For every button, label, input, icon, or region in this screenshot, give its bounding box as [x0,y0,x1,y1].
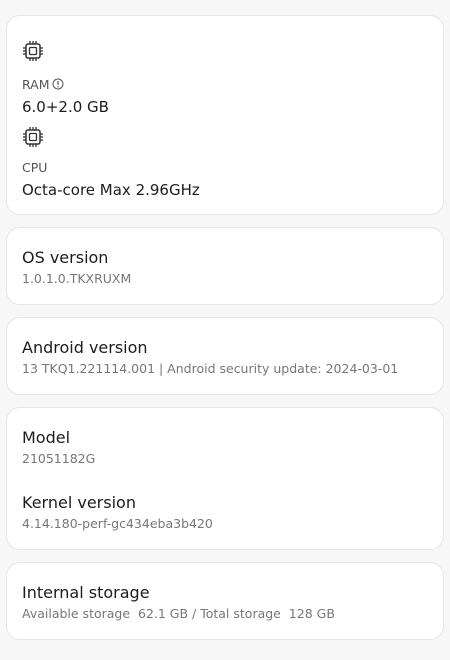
android-version-card[interactable]: Android version 13 TKQ1.221114.001 | And… [6,317,444,395]
ram-value: 6.0+2.0 GB [22,98,109,116]
android-version-item[interactable]: Android version 13 TKQ1.221114.001 | And… [22,338,431,377]
internal-storage-card[interactable]: Internal storage Available storage 62.1 … [6,562,444,640]
os-version-value: 1.0.1.0.TKXRUXM [22,271,132,286]
os-version-card[interactable]: OS version 1.0.1.0.TKXRUXM [6,227,444,305]
cpu-label: CPU [22,160,48,175]
android-version-value: 13 TKQ1.221114.001 | Android security up… [22,361,399,376]
model-value: 21051182G [22,451,96,466]
internal-storage-title: Internal storage [22,583,150,602]
os-version-title: OS version [22,248,109,267]
model-kernel-card: Model 21051182G Kernel version 4.14.180-… [6,407,444,550]
os-version-item[interactable]: OS version 1.0.1.0.TKXRUXM [22,248,431,287]
kernel-version-item[interactable]: Kernel version 4.14.180-perf-gc434eba3b4… [22,493,431,532]
info-icon[interactable] [52,78,64,90]
internal-storage-value: Available storage 62.1 GB / Total storag… [22,606,335,621]
android-version-title: Android version [22,338,148,357]
cpu-value: Octa-core Max 2.96GHz [22,181,200,199]
hardware-card: RAM 6.0+2.0 GB CPU Octa-core Max 2.96GHz [6,15,444,215]
internal-storage-item[interactable]: Internal storage Available storage 62.1 … [22,583,431,622]
model-title: Model [22,428,71,447]
kernel-version-title: Kernel version [22,493,136,512]
model-item[interactable]: Model 21051182G [22,428,431,467]
ram-label: RAM [22,77,50,92]
cpu-item[interactable]: CPU Octa-core Max 2.96GHz [22,160,431,200]
ram-chip-icon [23,41,43,61]
cpu-chip-icon [23,127,43,147]
ram-item[interactable]: RAM 6.0+2.0 GB [22,74,431,117]
kernel-version-value: 4.14.180-perf-gc434eba3b420 [22,516,213,531]
